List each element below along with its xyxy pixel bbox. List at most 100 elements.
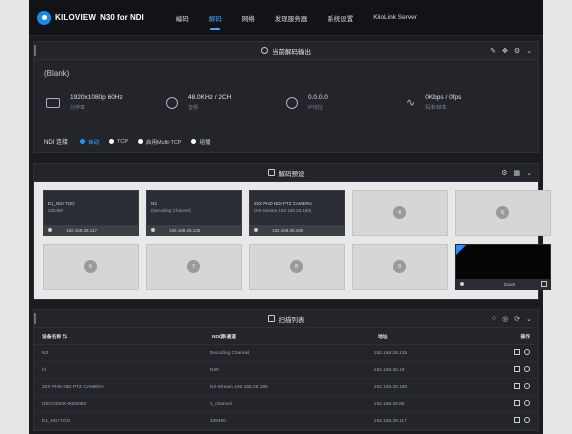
stat-value: 48.0KHz / 2CH [188, 94, 232, 101]
cell-address: 192.168.28.135 [373, 350, 408, 356]
preset-cell-4[interactable]: 4 [352, 190, 448, 236]
assign-icon[interactable] [514, 383, 520, 389]
brand-name: KILOVIEW [55, 13, 97, 22]
preset-cell-9[interactable]: 9 [352, 244, 448, 290]
preview-icon[interactable] [524, 366, 530, 372]
stat-ip: 0.0.0.0 IP地址 [286, 94, 406, 111]
preset-cell-8[interactable]: 8 [249, 244, 345, 290]
preset-cell-1[interactable]: E1_NDI TOO 338490 192.168.28.117 [43, 190, 139, 236]
preset-cell-6[interactable]: 6 [43, 244, 139, 290]
preset-cell-3[interactable]: 20X PHD NDI PTZ CAMERA (N3-Stream 192.16… [249, 190, 345, 236]
cell-address: 192.168.28.86 [373, 401, 405, 407]
nav-item-system-settings[interactable]: 系统设置 [317, 0, 363, 35]
zoom-icon[interactable] [540, 281, 547, 287]
preview-icon[interactable] [524, 349, 530, 355]
preset-cell-7[interactable]: 7 [146, 244, 242, 290]
panel-title: 当前解码输出 [272, 48, 311, 56]
mode-multi-tcp-radio[interactable]: 启用Multi-TCP [138, 138, 181, 146]
preset-cell-5[interactable]: 5 [455, 190, 551, 236]
assign-icon[interactable] [514, 349, 520, 355]
current-source: (Blank) [44, 69, 70, 78]
headphones-icon [166, 96, 178, 109]
preview-icon[interactable] [524, 383, 530, 389]
preset-ip: 192.168.28.117 [66, 227, 97, 233]
cell-device-name: 20X PHD NDI PTZ CAMERA [42, 384, 104, 390]
preset-number: 5 [496, 206, 509, 219]
filter-icon[interactable]: ◎ [502, 315, 508, 323]
product-name: N30 for NDI [100, 13, 144, 22]
grid-icon[interactable]: ▦ [514, 169, 521, 177]
preset-number: 6 [84, 260, 97, 273]
preset-label: Zoom [503, 281, 516, 287]
mode-tcp-radio[interactable]: TCP [109, 139, 128, 145]
assign-icon[interactable] [514, 400, 520, 406]
top-navbar: KILOVIEW N30 for NDI 编码 解码 网络 发现服务器 系统设置… [29, 0, 543, 36]
table-row[interactable]: 20X PHD NDI PTZ CAMERA N3-Stream 192.168… [34, 379, 538, 396]
output-icon [261, 47, 268, 54]
cell-actions [514, 417, 530, 425]
assign-icon[interactable] [514, 366, 520, 372]
list-icon [267, 315, 275, 322]
preset-channel: 338490 [48, 208, 64, 213]
col-ndi-source: NDI源/通道 [212, 334, 236, 340]
panel-actions: ⚙ ▦ ⌄ [501, 164, 532, 181]
preset-number: 9 [393, 260, 406, 273]
col-address: 地址 [378, 334, 388, 340]
stat-bitrate: ∿ 0Kbps / 0fps 码率/帧率 [406, 94, 526, 111]
table-row[interactable]: N3 Decoding Channel 192.168.28.135 [34, 345, 538, 362]
panel-header: 扫描列表 ○ ◎ ⟳ ⌄ [34, 310, 538, 328]
preset-channel: (N3-Stream 192.168.28.180) [254, 208, 312, 213]
logo-icon [37, 10, 51, 25]
preset-bar: Zoom [456, 279, 550, 289]
cell-address: 192.168.28.117 [373, 418, 407, 424]
collapse-icon[interactable]: ⌄ [526, 47, 532, 55]
status-dot-icon [151, 228, 155, 232]
refresh-icon[interactable]: ⟳ [514, 315, 520, 323]
stat-label: 分辨率 [70, 105, 86, 111]
preview-icon[interactable] [524, 417, 530, 423]
cell-address: 192.168.28.180 [373, 384, 408, 390]
preset-cell-10[interactable]: Zoom [455, 244, 551, 290]
cell-ndi-source: N30 [209, 367, 219, 373]
stat-value: 0.0.0.0 [308, 94, 328, 101]
preview-icon[interactable] [524, 400, 530, 406]
ndi-connection-modes: NDI 连接 自动 TCP 启用Multi-TCP 组播 [44, 137, 211, 147]
preset-ip-bar: 192.168.28.135 [147, 225, 241, 235]
stat-label: IP地址 [308, 105, 323, 111]
panel-header: 解码预设 ⚙ ▦ ⌄ [34, 164, 538, 182]
cell-actions [514, 366, 530, 374]
nav-item-kilolink-server[interactable]: KiloLink Server [363, 0, 427, 35]
cell-ndi-source: N3-Stream 192.168.28.180 [209, 384, 268, 390]
cell-actions [514, 400, 530, 408]
move-icon[interactable]: ✥ [502, 47, 508, 55]
output-stats: 1920x1080p 60Hz 分辨率 48.0KHz / 2CH 音频 0.0… [46, 94, 526, 111]
mode-label: 启用Multi-TCP [146, 139, 182, 146]
mode-auto-radio[interactable]: 自动 [80, 138, 99, 146]
preset-number: 4 [393, 206, 406, 219]
search-icon[interactable]: ○ [492, 315, 496, 322]
gear-icon[interactable]: ⚙ [514, 47, 520, 55]
assign-icon[interactable] [514, 417, 520, 423]
table-row[interactable]: E1_NDI TOO 338490 192.168.28.117 [34, 413, 538, 430]
status-dot-icon [254, 228, 258, 232]
mode-multicast-radio[interactable]: 组播 [191, 138, 211, 146]
cell-device-name: N3 [42, 350, 49, 356]
cell-device-name: E1_NDI TOO [42, 418, 71, 424]
nav-item-encode[interactable]: 编码 [166, 0, 199, 35]
preset-source-name: N3 [151, 201, 157, 206]
preset-cell-2[interactable]: N3 (Decoding Channel) 192.168.28.135 [146, 190, 242, 236]
status-dot-icon [460, 282, 464, 286]
cell-actions [514, 383, 530, 391]
gear-icon[interactable]: ⚙ [501, 169, 507, 177]
collapse-icon[interactable]: ⌄ [526, 315, 532, 323]
table-row[interactable]: f4 N30 192.168.28.19 [34, 362, 538, 379]
radio-dot-icon [80, 139, 86, 144]
col-device-name[interactable]: 设备名称 ⇅ [42, 333, 212, 340]
nav-item-discovery-server[interactable]: 发现服务器 [265, 0, 318, 35]
nav-item-network[interactable]: 网络 [232, 0, 265, 35]
nav-item-decode[interactable]: 解码 [199, 0, 232, 35]
preset-source-name: 20X PHD NDI PTZ CAMERA [254, 201, 313, 206]
edit-icon[interactable]: ✎ [490, 47, 496, 55]
collapse-icon[interactable]: ⌄ [526, 169, 532, 177]
table-row[interactable]: DECODER-0000060 1_channel 192.168.28.86 [34, 396, 538, 413]
